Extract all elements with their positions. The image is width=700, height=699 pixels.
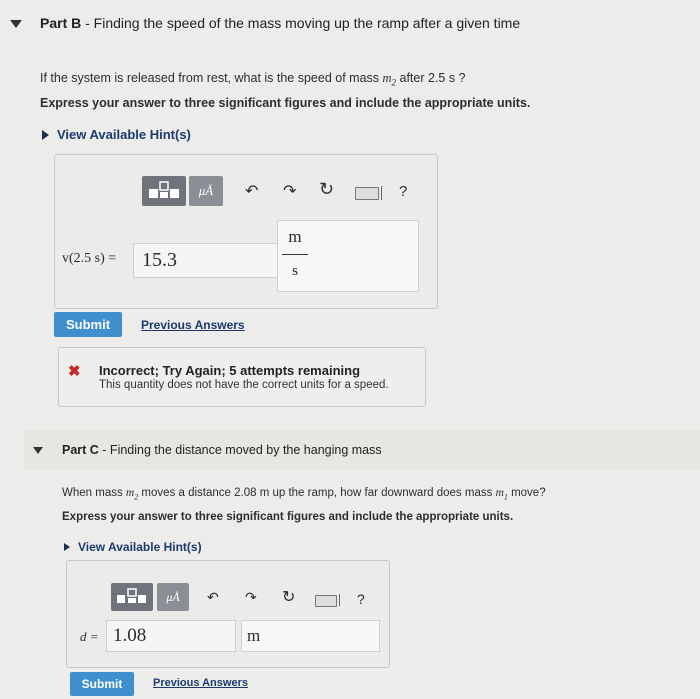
part-b-feedback: ✖ Incorrect; Try Again; 5 attempts remai… <box>58 347 426 407</box>
part-b-submit-button[interactable]: Submit <box>54 312 122 337</box>
units-button[interactable]: μÅ <box>189 176 223 206</box>
part-c-title: Part C - Finding the distance moved by t… <box>62 443 382 457</box>
expand-hint-icon <box>64 543 70 551</box>
part-b-title: Part B - Finding the speed of the mass m… <box>40 15 521 31</box>
expand-hint-icon <box>42 129 49 140</box>
templates-button[interactable] <box>142 176 186 206</box>
help-icon[interactable]: ? <box>399 183 407 200</box>
reset-icon[interactable]: ↻ <box>319 179 334 200</box>
answer-label: d = <box>80 629 99 644</box>
view-hints-link[interactable]: View Available Hint(s) <box>57 127 191 142</box>
unit-denominator: s <box>292 263 298 279</box>
part-c-instruction: Express your answer to three significant… <box>62 511 514 523</box>
part-b-hint-toggle[interactable]: View Available Hint(s) <box>42 127 191 142</box>
units-icon: μÅ <box>198 183 214 198</box>
separator <box>339 594 340 606</box>
keyboard-icon[interactable] <box>315 595 337 607</box>
unit-numerator: m <box>288 227 302 246</box>
templates-icon <box>117 588 146 603</box>
undo-icon[interactable]: ↶ <box>245 181 258 201</box>
answer-unit-input[interactable]: m <box>241 620 380 652</box>
units-icon: μÅ <box>166 589 180 604</box>
feedback-title: Incorrect; Try Again; 5 attempts remaini… <box>99 363 361 378</box>
answer-label: v(2.5 s) = <box>62 251 117 266</box>
part-c-question: When mass m2 moves a distance 2.08 m up … <box>62 487 546 502</box>
answer-value-input[interactable]: 1.08 <box>106 620 236 652</box>
help-icon[interactable]: ? <box>357 591 365 607</box>
part-b-instruction: Express your answer to three significant… <box>40 96 531 110</box>
separator <box>381 186 382 200</box>
templates-icon <box>149 181 179 198</box>
units-button[interactable]: μÅ <box>157 583 189 611</box>
part-c-answer-panel: μÅ ↶ ↷ ↻ ? d = 1.08 m <box>66 560 390 668</box>
part-c-hint-toggle[interactable]: View Available Hint(s) <box>64 540 202 554</box>
fraction-bar <box>282 254 308 255</box>
part-b-previous-answers-link[interactable]: Previous Answers <box>141 318 245 332</box>
collapse-part-b-icon[interactable] <box>10 20 22 28</box>
collapse-part-c-icon[interactable] <box>33 447 43 454</box>
templates-button[interactable] <box>111 583 153 611</box>
incorrect-x-icon: ✖ <box>68 363 81 380</box>
view-hints-link[interactable]: View Available Hint(s) <box>78 540 202 554</box>
reset-icon[interactable]: ↻ <box>282 587 295 607</box>
redo-icon[interactable]: ↷ <box>283 181 296 201</box>
undo-icon[interactable]: ↶ <box>207 589 219 606</box>
keyboard-icon[interactable] <box>355 187 379 200</box>
part-c-submit-button[interactable]: Submit <box>70 672 134 696</box>
part-b-question: If the system is released from rest, wha… <box>40 71 466 88</box>
feedback-detail: This quantity does not have the correct … <box>99 379 389 391</box>
answer-value-input[interactable]: 15.3 <box>133 243 283 278</box>
part-b-answer-panel: μÅ ↶ ↷ ↻ ? v(2.5 s) = 15.3 m s <box>54 154 438 309</box>
redo-icon[interactable]: ↷ <box>245 589 257 606</box>
part-c-previous-answers-link[interactable]: Previous Answers <box>153 677 248 689</box>
answer-unit-input[interactable]: m s <box>277 220 419 292</box>
